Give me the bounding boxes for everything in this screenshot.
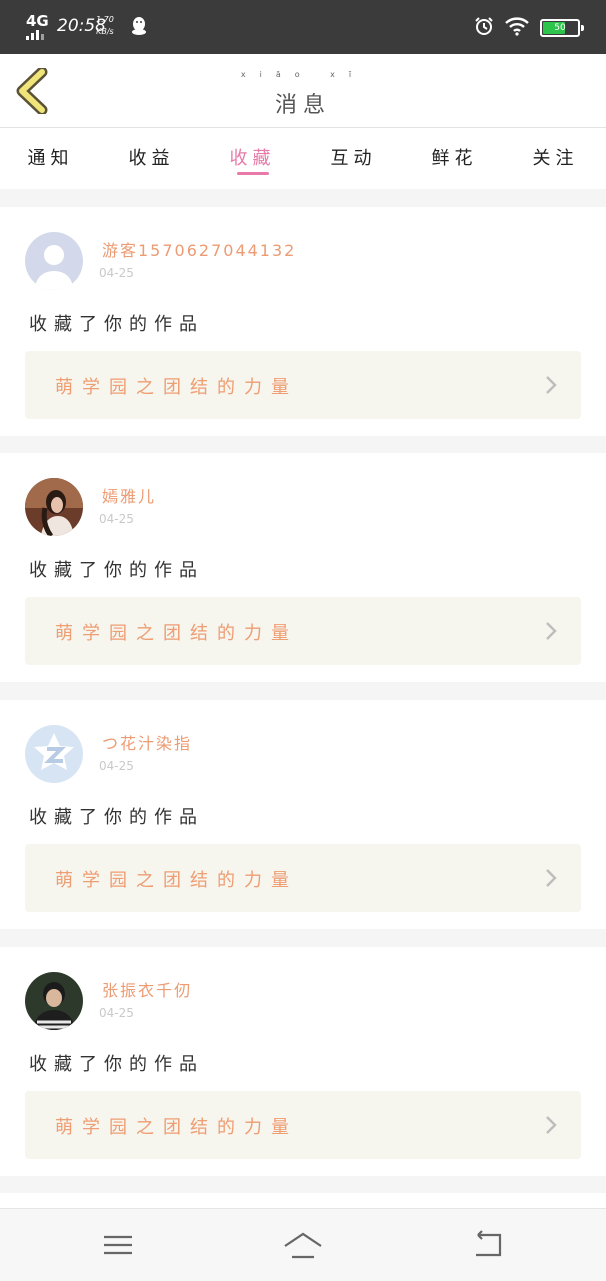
action-text: 收藏了你的作品: [29, 1054, 204, 1075]
work-title: 萌学园之团结的力量: [55, 377, 298, 398]
work-title: 萌学园之团结的力量: [55, 623, 298, 644]
back-nav-button[interactable]: [468, 1229, 508, 1261]
menu-button[interactable]: [98, 1229, 138, 1261]
wifi-icon: [504, 16, 530, 40]
network-type: 4G: [26, 12, 49, 30]
chevron-right-icon: [546, 1116, 557, 1134]
photo-avatar-icon: [25, 972, 83, 1030]
tab-label: 关注: [532, 148, 579, 169]
chevron-right-icon: [546, 622, 557, 640]
work-link[interactable]: 萌学园之团结的力量: [25, 1091, 581, 1159]
photo-avatar-icon: [25, 478, 83, 536]
username[interactable]: 游客15706270441​32: [102, 237, 296, 261]
work-link[interactable]: 萌学园之团结的力量: [25, 597, 581, 665]
username[interactable]: 嫣雅儿: [102, 483, 156, 507]
date: 04-25: [99, 512, 134, 526]
notification-card: 张振衣千仞 04-25 收藏了你的作品 萌学园之团结的力量: [0, 947, 606, 1176]
avatar[interactable]: [25, 232, 83, 290]
tab-favorites[interactable]: 收藏: [202, 128, 303, 189]
system-nav-bar: [0, 1208, 606, 1281]
home-button[interactable]: [283, 1229, 323, 1261]
username[interactable]: つ花汁染指: [102, 730, 192, 754]
battery-icon: 50: [540, 19, 584, 37]
date: 04-25: [99, 759, 134, 773]
date: 04-25: [99, 266, 134, 280]
tab-interactions[interactable]: 互动: [303, 128, 404, 189]
action-text: 收藏了你的作品: [29, 560, 204, 581]
status-bar: 4G 20:58 1.70 KB/s 50: [0, 0, 606, 54]
work-link[interactable]: 萌学园之团结的力量: [25, 351, 581, 419]
message-tabs: 通知 收益 收藏 互动 鲜花 关注: [0, 128, 606, 189]
date: 04-25: [99, 1006, 134, 1020]
tab-notifications[interactable]: 通知: [0, 128, 101, 189]
tab-label: 收藏: [229, 148, 276, 169]
tab-label: 收益: [128, 148, 175, 169]
notification-card-partial: [0, 1193, 606, 1208]
tab-label: 互动: [330, 148, 377, 169]
tab-label: 鲜花: [431, 148, 478, 169]
page-title: 消息: [274, 93, 331, 118]
notification-card: つ花汁染指 04-25 收藏了你的作品 萌学园之团结的力量: [0, 700, 606, 929]
alarm-icon: [474, 16, 494, 40]
action-text: 收藏了你的作品: [29, 807, 204, 828]
menu-icon: [104, 1235, 132, 1255]
tab-flowers[interactable]: 鲜花: [404, 128, 505, 189]
work-link[interactable]: 萌学园之团结的力量: [25, 844, 581, 912]
signal-icon: [26, 30, 44, 40]
chevron-right-icon: [546, 869, 557, 887]
notification-card: 嫣雅儿 04-25 收藏了你的作品 萌学园之团结的力量: [0, 453, 606, 682]
avatar[interactable]: [25, 478, 83, 536]
avatar[interactable]: [25, 972, 83, 1030]
speed-unit: KB/s: [96, 27, 114, 36]
network-speed: 1.70 KB/s: [96, 14, 114, 38]
tab-label: 通知: [27, 148, 74, 169]
chevron-right-icon: [546, 376, 557, 394]
speed-value: 1.70: [96, 15, 114, 24]
return-icon: [476, 1230, 502, 1257]
qq-icon: [131, 16, 147, 40]
notification-card: 游客15706270441​32 04-25 收藏了你的作品 萌学园之团结的力量: [0, 207, 606, 436]
default-avatar-icon: [25, 232, 83, 290]
action-text: 收藏了你的作品: [29, 314, 204, 335]
avatar[interactable]: [25, 725, 83, 783]
work-title: 萌学园之团结的力量: [55, 1117, 298, 1138]
username[interactable]: 张振衣千仞: [102, 977, 192, 1001]
home-icon: [284, 1232, 322, 1259]
qzone-avatar-icon: [25, 725, 83, 783]
battery-level: 50: [554, 23, 566, 33]
app-header: xiāo xī 消息: [0, 54, 606, 128]
tab-earnings[interactable]: 收益: [101, 128, 202, 189]
work-title: 萌学园之团结的力量: [55, 870, 298, 891]
page-title-pinyin: xiāo xī: [240, 70, 366, 79]
tab-following[interactable]: 关注: [505, 128, 606, 189]
